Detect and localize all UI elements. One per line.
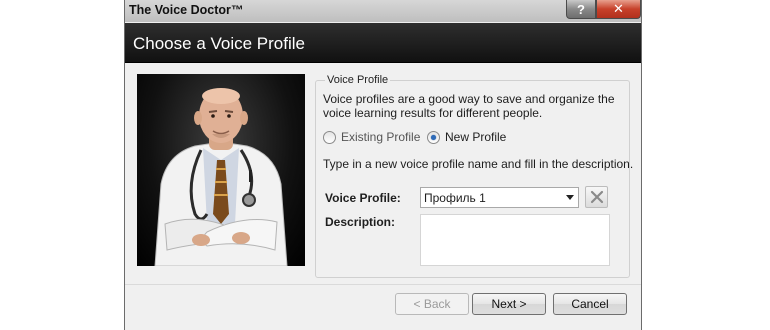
desktop-right bbox=[642, 0, 770, 330]
radio-new-profile[interactable]: New Profile bbox=[427, 130, 506, 144]
radio-existing-profile[interactable]: Existing Profile bbox=[323, 130, 420, 144]
header-band: Choose a Voice Profile bbox=[125, 23, 641, 63]
dropdown-arrow-icon[interactable] bbox=[566, 195, 574, 200]
voice-profile-value: Профиль 1 bbox=[424, 190, 486, 205]
help-button[interactable]: ? bbox=[566, 0, 596, 19]
description-field[interactable] bbox=[420, 214, 610, 266]
voice-profile-combobox[interactable]: Профиль 1 bbox=[420, 187, 579, 208]
description-label: Description: bbox=[325, 215, 396, 229]
cancel-button[interactable]: Cancel bbox=[553, 293, 627, 315]
back-button[interactable]: < Back bbox=[395, 293, 469, 315]
close-button[interactable]: ✕ bbox=[596, 0, 641, 19]
intro-text: Voice profiles are a good way to save an… bbox=[323, 92, 615, 120]
radio-new-indicator[interactable] bbox=[427, 130, 440, 144]
next-button[interactable]: Next > bbox=[472, 293, 546, 315]
delete-profile-button[interactable] bbox=[585, 186, 608, 208]
doctor-photo bbox=[137, 74, 305, 266]
title-bar[interactable]: The Voice Doctor™ ? ✕ bbox=[125, 0, 641, 22]
delete-x-icon bbox=[590, 190, 603, 204]
app-title: The Voice Doctor™ bbox=[129, 3, 244, 17]
desktop-left bbox=[0, 0, 126, 330]
help-icon: ? bbox=[577, 1, 585, 17]
page-title: Choose a Voice Profile bbox=[133, 34, 305, 53]
doctor-illustration bbox=[154, 88, 288, 266]
close-icon: ✕ bbox=[613, 1, 624, 16]
radio-existing-indicator[interactable] bbox=[323, 130, 336, 144]
radio-new-label: New Profile bbox=[445, 130, 507, 144]
instruction-text: Type in a new voice profile name and fil… bbox=[323, 157, 634, 171]
radio-existing-label: Existing Profile bbox=[341, 130, 421, 144]
footer-divider bbox=[125, 284, 641, 285]
voice-profile-label: Voice Profile: bbox=[325, 191, 401, 205]
voice-profile-dialog: The Voice Doctor™ ? ✕ Choose a Voice Pro… bbox=[124, 0, 642, 330]
group-legend: Voice Profile bbox=[325, 74, 391, 86]
